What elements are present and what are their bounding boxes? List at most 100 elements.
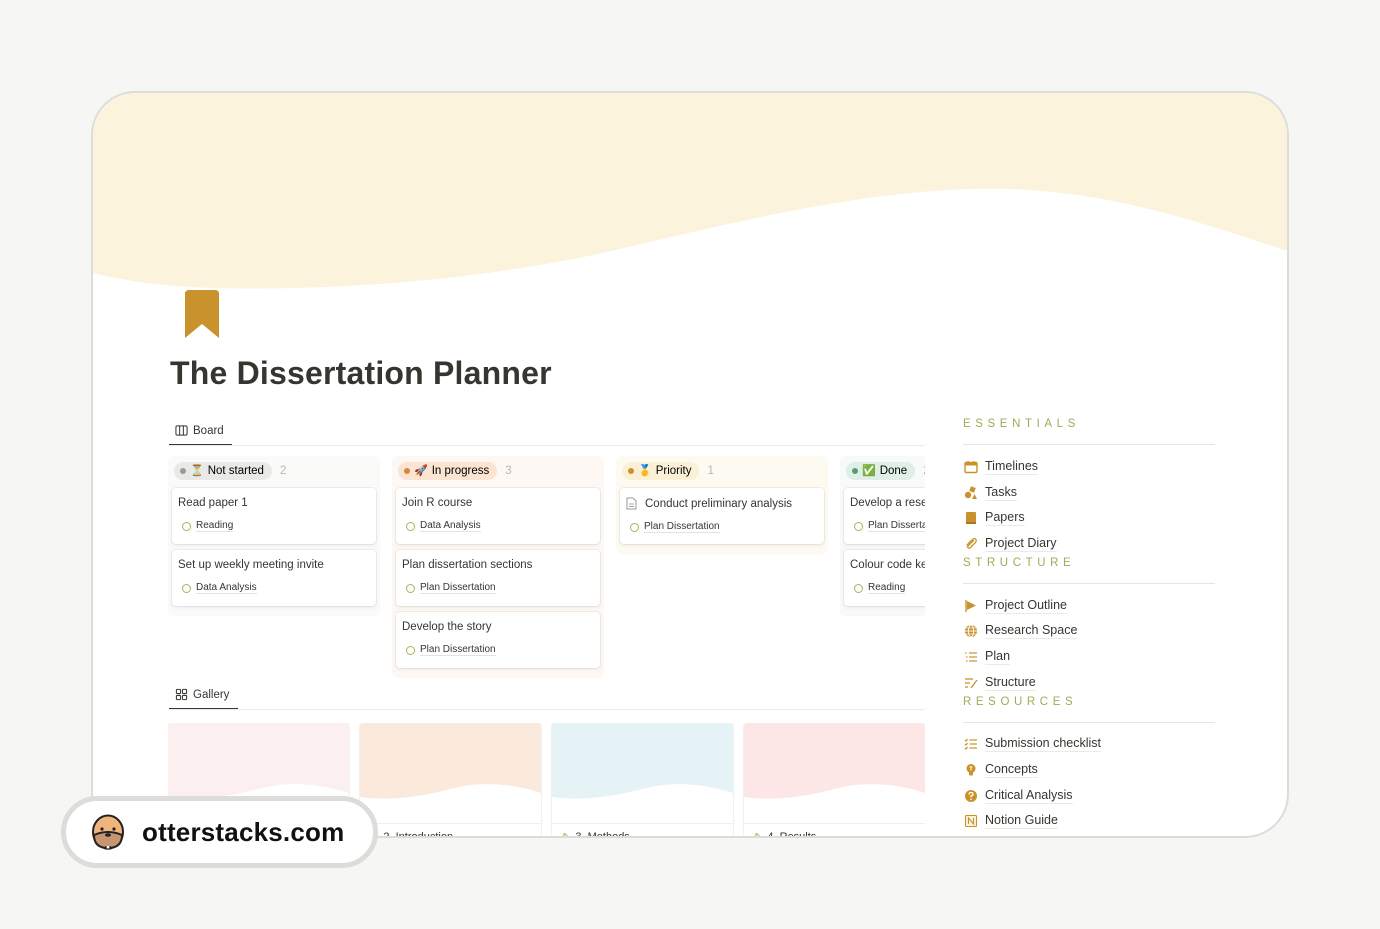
column-header: 🚀 In progress 3	[396, 460, 600, 482]
list-icon	[963, 649, 979, 665]
card-title: Develop a research question	[850, 497, 925, 509]
card-tag[interactable]: Plan Dissertation	[626, 521, 818, 533]
card-tag-label: Plan Dissertation	[868, 520, 925, 532]
card-tag[interactable]: Reading	[850, 582, 925, 594]
edit-list-icon: ✎	[562, 831, 571, 838]
sidebar-item-label: Structure	[985, 674, 1036, 691]
question-icon	[963, 788, 979, 804]
column-header: ✅ Done 2	[844, 460, 925, 482]
watermark-badge: otterstacks.com	[61, 796, 378, 868]
card-tag-label: Plan Dissertation	[420, 582, 496, 594]
gallery-card-title: 2. Introduction	[383, 831, 454, 838]
calendar-icon	[963, 459, 979, 475]
sidebar-item-label: Submission checklist	[985, 736, 1102, 753]
status-emoji-icon: 🥇	[638, 464, 652, 477]
flag-icon	[963, 598, 979, 614]
sidebar-item-label: Project Diary	[985, 535, 1057, 552]
card-title-row: Plan dissertation sections	[402, 559, 594, 571]
gallery-card[interactable]: ✎ 4. Results	[744, 723, 925, 838]
card-title: Develop the story	[402, 621, 492, 633]
sidebar-item-label: Plan	[985, 648, 1011, 665]
status-dot	[180, 468, 186, 474]
status-badge[interactable]: ✅ Done	[846, 462, 916, 480]
gallery-card-label: ✎ 4. Results	[754, 831, 816, 838]
status-label: Done	[879, 465, 908, 477]
card-tag[interactable]: Data Analysis	[402, 520, 594, 532]
sidebar-item-submission-checklist[interactable]: Submission checklist	[963, 732, 1215, 758]
sidebar-item-tasks[interactable]: Tasks	[963, 480, 1215, 506]
status-badge[interactable]: 🚀 In progress	[398, 462, 498, 480]
card-title: Set up weekly meeting invite	[178, 559, 324, 571]
card-tag-label: Data Analysis	[196, 582, 257, 594]
board-card[interactable]: Colour code key papers Reading	[844, 550, 925, 606]
status-label: Priority	[655, 465, 692, 477]
circle-icon	[854, 583, 863, 593]
circle-icon	[182, 521, 191, 531]
globe-icon	[963, 623, 979, 639]
sidebar-item-structure[interactable]: Structure	[963, 670, 1215, 696]
card-title: Join R course	[402, 497, 473, 509]
circle-icon	[630, 522, 639, 532]
sidebar-item-timelines[interactable]: Timelines	[963, 454, 1215, 480]
edit-list-icon: ✎	[754, 831, 763, 838]
sidebar-divider	[963, 444, 1215, 445]
status-emoji-icon: 🚀	[414, 464, 428, 477]
status-badge[interactable]: ⏳ Not started	[174, 462, 272, 480]
tab-board[interactable]: Board	[169, 424, 232, 446]
gallery-card[interactable]: ✎ 2. Introduction	[360, 723, 541, 838]
board-card[interactable]: Join R course Data Analysis	[396, 488, 600, 544]
circle-icon	[406, 645, 415, 655]
board-card[interactable]: Conduct preliminary analysis Plan Disser…	[620, 488, 824, 544]
gallery-card-label: ✎ 2. Introduction	[370, 831, 454, 838]
sidebar-item-concepts[interactable]: Concepts	[963, 757, 1215, 783]
column-count: 1	[707, 465, 714, 477]
board-card[interactable]: Set up weekly meeting invite Data Analys…	[172, 550, 376, 606]
status-label: In progress	[431, 465, 490, 477]
sidebar-item-critical-analysis[interactable]: Critical Analysis	[963, 783, 1215, 809]
card-tag[interactable]: Plan Dissertation	[402, 582, 594, 594]
card-title: Read paper 1	[178, 497, 248, 509]
sidebar-item-label: Research Space	[985, 623, 1078, 640]
sidebar-item-papers[interactable]: Papers	[963, 505, 1215, 531]
card-tag[interactable]: Plan Dissertation	[402, 644, 594, 656]
edit-list-icon	[963, 675, 979, 691]
board-divider	[168, 445, 925, 446]
circle-icon	[406, 521, 415, 531]
page-cover	[93, 93, 1287, 313]
sidebar-item-project-outline[interactable]: Project Outline	[963, 593, 1215, 619]
gallery-card-divider	[360, 823, 541, 824]
gallery-card[interactable]: ✎ 3. Methods	[552, 723, 733, 838]
board-view: ⏳ Not started 2 Read paper 1 Reading Set…	[168, 456, 925, 696]
sidebar-item-notion-guide[interactable]: Notion Guide	[963, 809, 1215, 835]
gallery-grid-icon	[175, 688, 188, 701]
sidebar-item-project-diary[interactable]: Project Diary	[963, 531, 1215, 557]
gallery-card-label: ✎ 3. Methods	[562, 831, 630, 838]
board-card[interactable]: Develop the story Plan Dissertation	[396, 612, 600, 668]
status-badge[interactable]: 🥇 Priority	[622, 462, 700, 480]
card-tag[interactable]: Reading	[178, 520, 370, 532]
column-header: 🥇 Priority 1	[620, 460, 824, 482]
board-column: 🥇 Priority 1 Conduct preliminary analysi…	[616, 456, 828, 554]
board-card[interactable]: Develop a research question Plan Dissert…	[844, 488, 925, 544]
sidebar-item-plan[interactable]: Plan	[963, 644, 1215, 670]
sidebar-nav: ESSENTIALS Timelines Tasks Papers Projec…	[963, 418, 1215, 834]
circle-icon	[854, 521, 863, 531]
bookmark-icon[interactable]	[185, 290, 219, 338]
card-tag[interactable]: Plan Dissertation	[850, 520, 925, 532]
document-icon	[626, 497, 637, 510]
board-card[interactable]: Plan dissertation sections Plan Disserta…	[396, 550, 600, 606]
sidebar-heading: RESOURCES	[963, 695, 1078, 708]
card-title-row: Conduct preliminary analysis	[626, 497, 818, 510]
sidebar-item-label: Papers	[985, 510, 1025, 527]
checklist-icon	[963, 736, 979, 752]
sidebar-divider	[963, 582, 1215, 584]
paperclip-icon	[963, 536, 979, 552]
card-title-row: Set up weekly meeting invite	[178, 559, 370, 571]
board-column: ⏳ Not started 2 Read paper 1 Reading Set…	[168, 456, 380, 616]
board-card[interactable]: Read paper 1 Reading	[172, 488, 376, 544]
tab-gallery[interactable]: Gallery	[169, 688, 238, 710]
card-tag-label: Reading	[868, 582, 906, 594]
column-count: 3	[505, 465, 512, 477]
sidebar-item-research-space[interactable]: Research Space	[963, 618, 1215, 644]
card-tag[interactable]: Data Analysis	[178, 582, 370, 594]
